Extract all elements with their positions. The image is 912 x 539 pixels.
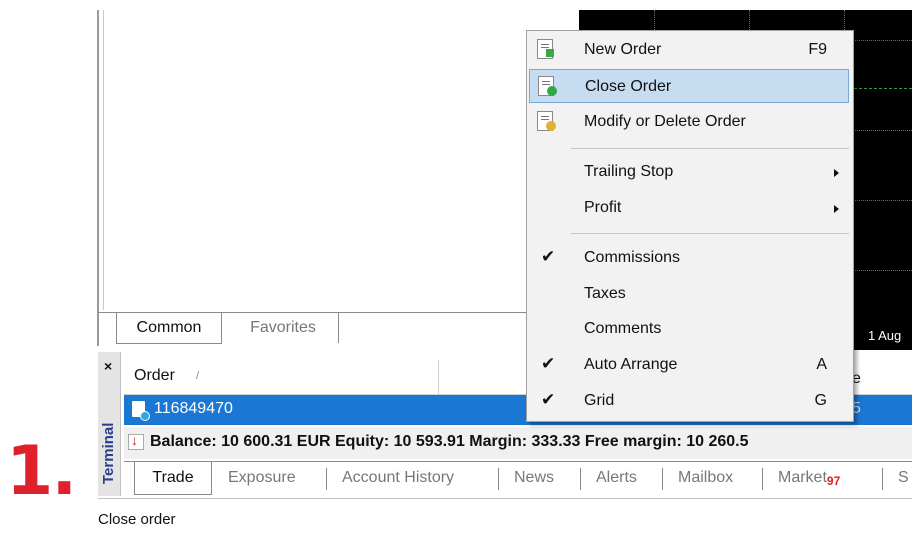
menu-separator xyxy=(571,148,849,149)
tab-divider xyxy=(498,468,499,490)
navigator-inner-border xyxy=(103,10,104,310)
status-text: Close order xyxy=(98,511,176,528)
menu-item-profit[interactable]: Profit xyxy=(529,191,849,225)
menu-item-label: Trailing Stop xyxy=(584,163,674,180)
column-divider[interactable] xyxy=(438,360,439,394)
menu-shortcut: F9 xyxy=(808,41,827,58)
menu-item-grid[interactable]: ✔ Grid G xyxy=(529,384,849,418)
tab-exposure[interactable]: Exposure xyxy=(228,462,296,494)
tab-divider xyxy=(882,468,883,490)
tab-favorites[interactable]: Favorites xyxy=(228,313,339,343)
menu-item-close-order[interactable]: Close Order xyxy=(529,69,849,103)
tab-partial[interactable]: S xyxy=(898,462,909,494)
tab-account-history[interactable]: Account History xyxy=(342,462,454,494)
tab-alerts[interactable]: Alerts xyxy=(596,462,637,494)
menu-item-label: New Order xyxy=(584,41,662,58)
menu-item-label: Auto Arrange xyxy=(584,356,678,373)
market-count-badge: 97 xyxy=(826,474,841,488)
status-bar: Close order xyxy=(98,498,912,539)
navigator-border xyxy=(97,10,99,346)
tab-common[interactable]: Common xyxy=(116,313,222,344)
tab-mailbox[interactable]: Mailbox xyxy=(678,462,733,494)
terminal-label: Terminal xyxy=(96,410,124,490)
menu-item-commissions[interactable]: ✔ Commissions xyxy=(529,241,849,275)
menu-separator xyxy=(571,233,849,234)
order-status-icon xyxy=(140,411,150,421)
column-order[interactable]: Order xyxy=(134,367,175,385)
tab-divider xyxy=(326,468,327,490)
context-menu: New Order F9 Close Order Modify or Delet… xyxy=(526,30,854,422)
menu-item-comments[interactable]: Comments xyxy=(529,312,849,346)
checkmark-icon: ✔ xyxy=(541,390,556,409)
menu-item-label: Close Order xyxy=(585,78,672,95)
navigator-tabs: Common Favorites xyxy=(98,312,528,347)
menu-item-label: Taxes xyxy=(584,285,626,302)
balance-summary: Balance: 10 600.31 EUR Equity: 10 593.91… xyxy=(150,433,749,450)
tab-divider xyxy=(762,468,763,490)
sort-indicator-icon: / xyxy=(196,370,200,382)
tab-news[interactable]: News xyxy=(514,462,554,494)
menu-item-new-order[interactable]: New Order F9 xyxy=(529,33,849,67)
menu-item-auto-arrange[interactable]: ✔ Auto Arrange A xyxy=(529,348,849,382)
menu-item-label: Grid xyxy=(584,392,615,409)
tab-market[interactable]: Market97 xyxy=(778,462,840,494)
tab-divider xyxy=(662,468,663,490)
chart-price-line xyxy=(849,88,912,89)
menu-shortcut: G xyxy=(814,392,827,409)
submenu-arrow-icon xyxy=(834,169,839,177)
terminal-label-text: Terminal xyxy=(100,422,117,484)
menu-item-label: Commissions xyxy=(584,249,681,266)
submenu-arrow-icon xyxy=(834,205,839,213)
close-order-icon xyxy=(538,76,557,96)
tab-divider xyxy=(580,468,581,490)
menu-item-label: Profit xyxy=(584,199,622,216)
new-order-icon xyxy=(537,39,554,59)
modify-order-icon xyxy=(537,111,556,131)
chart-date-label: 1 Aug xyxy=(850,322,912,350)
menu-shortcut: A xyxy=(816,356,827,373)
tab-market-label: Market xyxy=(778,469,827,486)
balance-row[interactable]: ↓ Balance: 10 600.31 EUR Equity: 10 593.… xyxy=(124,427,912,459)
menu-item-label: Comments xyxy=(584,320,662,337)
close-icon[interactable]: × xyxy=(104,358,112,374)
terminal-tabs: Trade Exposure Account History News Aler… xyxy=(124,461,912,496)
checkmark-icon: ✔ xyxy=(541,247,556,266)
step-number-label: 1. xyxy=(6,432,77,511)
menu-item-label: Modify or Delete Order xyxy=(584,113,746,130)
checkmark-icon: ✔ xyxy=(541,354,556,373)
collapse-arrow-icon[interactable]: ↓ xyxy=(128,432,144,450)
order-id: 116849470 xyxy=(154,400,233,417)
menu-item-modify-order[interactable]: Modify or Delete Order xyxy=(529,105,849,139)
menu-item-trailing-stop[interactable]: Trailing Stop xyxy=(529,155,849,189)
menu-item-taxes[interactable]: Taxes xyxy=(529,277,849,311)
tab-trade[interactable]: Trade xyxy=(134,462,212,495)
